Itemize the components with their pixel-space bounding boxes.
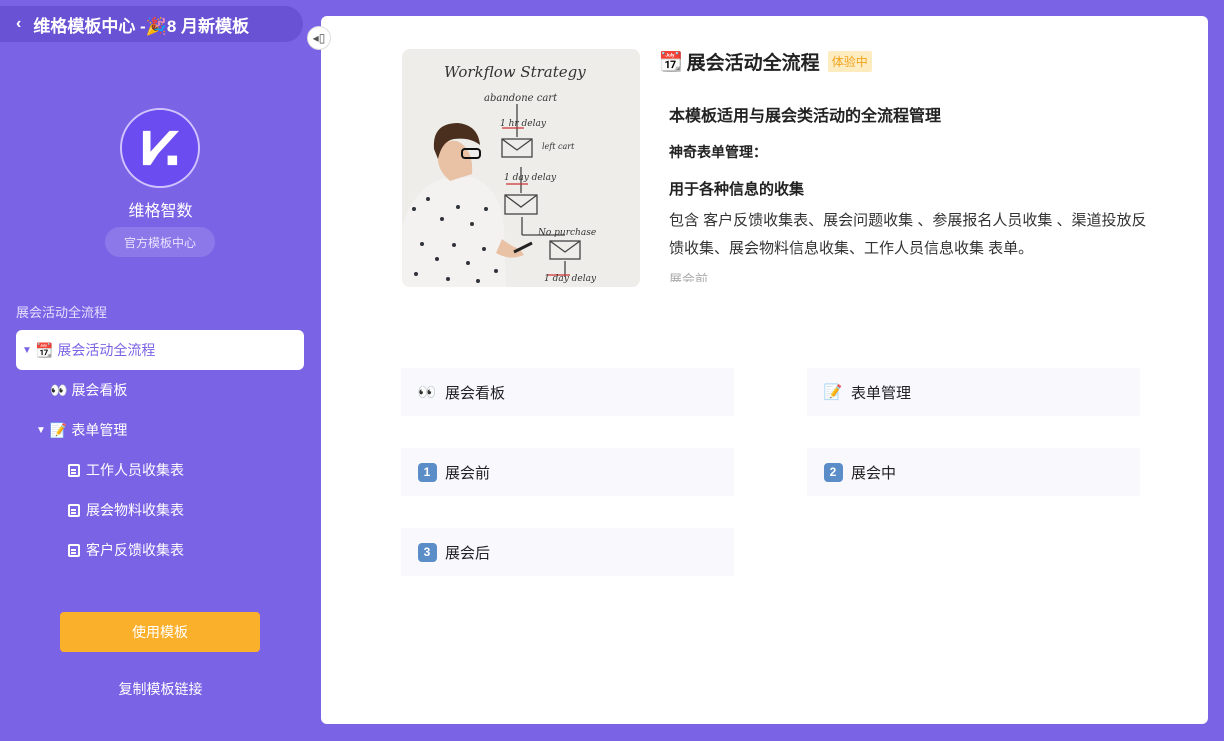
template-title: 展会活动全流程 xyxy=(686,53,820,74)
whiteboard-step: abandone cart xyxy=(484,93,558,104)
collapse-sidebar-icon[interactable]: ◂▯ xyxy=(307,26,331,50)
calendar-icon: 📆 xyxy=(659,51,683,73)
tree-item-label: 表单管理 xyxy=(71,422,128,438)
card-label: 展会前 xyxy=(445,464,491,482)
memo-icon: 📝 xyxy=(823,384,843,401)
form-icon xyxy=(68,463,80,477)
keycap-three-icon: 3 xyxy=(417,542,437,562)
calendar-icon: 📆 xyxy=(35,341,54,358)
workflow-whiteboard-illustration: Workflow Strategy abandone cart 1 hr del… xyxy=(402,49,640,287)
template-description: 本模板适用与展会类活动的全流程管理 神奇表单管理： 用于各种信息的收集 包含 客… xyxy=(669,100,1149,282)
template-title-row: 📆 展会活动全流程 体验中 xyxy=(659,48,872,75)
sidebar: ‹ 维格模板中心 -🎉8 月新模板 维格智数 官方模板中心 展会活动全流程 ▼ … xyxy=(0,0,321,741)
tree-item-label: 展会物料收集表 xyxy=(86,502,184,518)
tree-item-form-management[interactable]: ▼ 📝 表单管理 xyxy=(36,410,127,450)
whiteboard-step: left cart xyxy=(542,142,575,151)
description-line: 本模板适用与展会类活动的全流程管理 xyxy=(669,108,942,125)
caret-down-icon[interactable]: ▼ xyxy=(36,425,46,436)
form-icon xyxy=(68,503,80,517)
description-line: 用于各种信息的收集 xyxy=(669,181,805,198)
back-arrow-icon[interactable]: ‹ xyxy=(16,15,21,33)
eyes-icon: 👀 xyxy=(50,381,68,398)
status-badge: 体验中 xyxy=(827,51,872,72)
node-card-expo-board[interactable]: 👀 展会看板 xyxy=(401,368,734,416)
tree-section-title: 展会活动全流程 xyxy=(16,305,108,320)
whiteboard-step: 1 day delay xyxy=(544,274,597,284)
tree-item-expo-flow[interactable]: ▼ 📆 展会活动全流程 xyxy=(16,330,304,370)
eyes-icon: 👀 xyxy=(417,384,437,401)
org-logo xyxy=(120,108,200,188)
memo-icon: 📝 xyxy=(49,421,68,438)
org-badge[interactable]: 官方模板中心 xyxy=(105,227,215,257)
header-title: 维格模板中心 -🎉8 月新模板 xyxy=(33,16,250,36)
keycap-one-icon: 1 xyxy=(417,462,437,482)
node-card-form-management[interactable]: 📝 表单管理 xyxy=(807,368,1140,416)
tree-item-label: 工作人员收集表 xyxy=(86,462,184,478)
template-detail-panel: Workflow Strategy abandone cart 1 hr del… xyxy=(321,16,1208,724)
card-label: 展会看板 xyxy=(445,384,506,402)
node-card-during-expo[interactable]: 2 展会中 xyxy=(807,448,1140,496)
form-icon xyxy=(68,543,80,557)
org-name: 维格智数 xyxy=(128,203,193,220)
keycap-two-icon: 2 xyxy=(823,462,843,482)
description-line: 神奇表单管理： xyxy=(669,144,767,160)
description-line: 展会前 xyxy=(669,272,709,282)
node-card-before-expo[interactable]: 1 展会前 xyxy=(401,448,734,496)
tree-item-feedback-form[interactable]: 客户反馈收集表 xyxy=(68,530,184,570)
tree-item-label: 展会活动全流程 xyxy=(57,342,156,358)
template-cover-image: Workflow Strategy abandone cart 1 hr del… xyxy=(402,49,640,287)
use-template-button[interactable]: 使用模板 xyxy=(60,612,260,652)
card-label: 表单管理 xyxy=(851,384,912,402)
node-card-after-expo[interactable]: 3 展会后 xyxy=(401,528,734,576)
tree-item-expo-board[interactable]: 👀 展会看板 xyxy=(50,370,127,410)
tree-item-label: 展会看板 xyxy=(71,382,128,398)
description-line: 包含 客户反馈收集表、展会问题收集 、参展报名人员收集 、渠道投放反馈收集、展会… xyxy=(669,212,1147,257)
card-label: 展会中 xyxy=(851,464,897,482)
whiteboard-heading: Workflow Strategy xyxy=(444,63,586,81)
tree-item-label: 客户反馈收集表 xyxy=(86,542,184,558)
tree-item-material-form[interactable]: 展会物料收集表 xyxy=(68,490,184,530)
whiteboard-step: 1 day delay xyxy=(504,173,557,183)
whiteboard-step: 1 hr delay xyxy=(500,119,547,129)
template-center-header[interactable]: ‹ 维格模板中心 -🎉8 月新模板 xyxy=(0,6,303,42)
vika-logo-icon xyxy=(122,110,198,186)
whiteboard-step: No purchase xyxy=(537,228,596,238)
caret-down-icon[interactable]: ▼ xyxy=(22,345,32,356)
card-label: 展会后 xyxy=(445,544,491,562)
tree-item-staff-form[interactable]: 工作人员收集表 xyxy=(68,450,184,490)
copy-template-link[interactable]: 复制模板链接 xyxy=(0,679,321,699)
